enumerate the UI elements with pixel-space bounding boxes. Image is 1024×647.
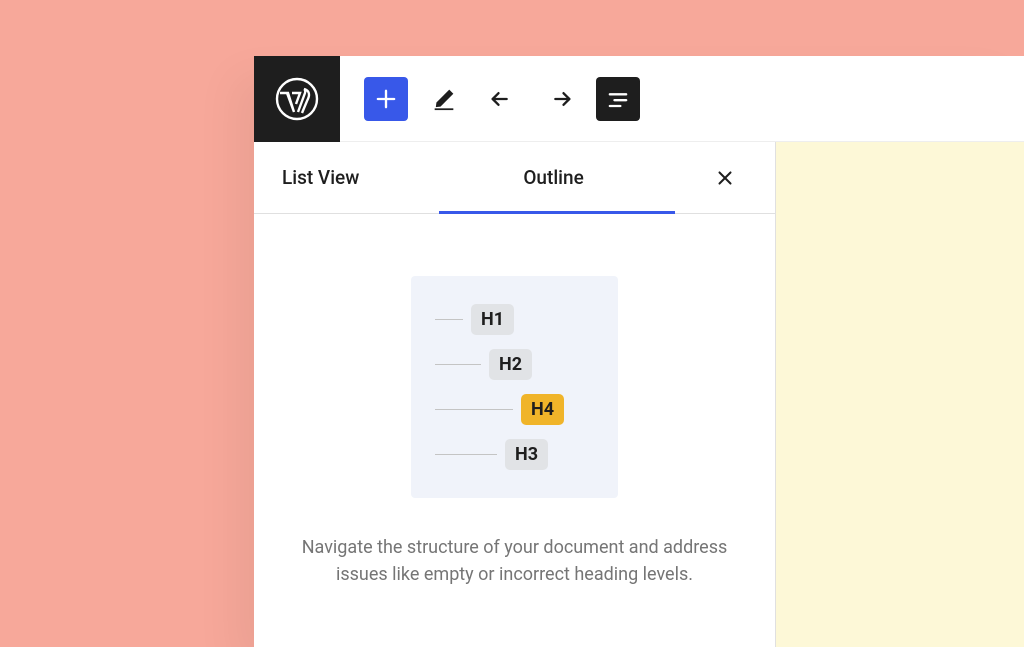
toolbar: [254, 56, 1024, 142]
undo-button[interactable]: [480, 77, 524, 121]
tab-list-view[interactable]: List View: [274, 142, 367, 213]
wordpress-logo-button[interactable]: [254, 56, 340, 142]
document-overview-panel: List View Outline: [254, 142, 776, 647]
heading-line: [435, 454, 497, 455]
heading-row-h3: H3: [435, 439, 594, 470]
editor-window: List View Outline: [254, 56, 1024, 647]
toolbar-buttons: [340, 77, 640, 121]
heading-badge-h1: H1: [471, 304, 514, 335]
outline-content: H1 H2 H4 H3 Navigate t: [254, 214, 775, 647]
heading-line: [435, 409, 513, 410]
active-tab-indicator: [439, 211, 675, 214]
heading-row-h2: H2: [435, 349, 594, 380]
close-panel-button[interactable]: [711, 164, 739, 192]
editor-canvas[interactable]: [776, 142, 1024, 647]
heading-badge-h4-warning: H4: [521, 394, 564, 425]
pencil-icon: [430, 85, 458, 113]
undo-icon: [488, 85, 516, 113]
wordpress-icon: [273, 75, 321, 123]
tab-outline[interactable]: Outline: [515, 142, 591, 213]
heading-structure-illustration: H1 H2 H4 H3: [411, 276, 618, 498]
close-icon: [714, 167, 736, 189]
add-block-button[interactable]: [364, 77, 408, 121]
edit-tool-button[interactable]: [422, 77, 466, 121]
heading-row-h1: H1: [435, 304, 594, 335]
main-body: List View Outline: [254, 142, 1024, 647]
tab-label: Outline: [523, 166, 583, 189]
heading-line: [435, 319, 463, 320]
heading-badge-h3: H3: [505, 439, 548, 470]
heading-row-h4: H4: [435, 394, 594, 425]
heading-line: [435, 364, 481, 365]
redo-button[interactable]: [538, 77, 582, 121]
outline-description: Navigate the structure of your document …: [300, 534, 730, 588]
plus-icon: [372, 85, 400, 113]
list-view-icon: [604, 85, 632, 113]
heading-badge-h2: H2: [489, 349, 532, 380]
list-view-toggle-button[interactable]: [596, 77, 640, 121]
redo-icon: [546, 85, 574, 113]
tab-label: List View: [282, 166, 359, 189]
tabs-row: List View Outline: [254, 142, 775, 214]
